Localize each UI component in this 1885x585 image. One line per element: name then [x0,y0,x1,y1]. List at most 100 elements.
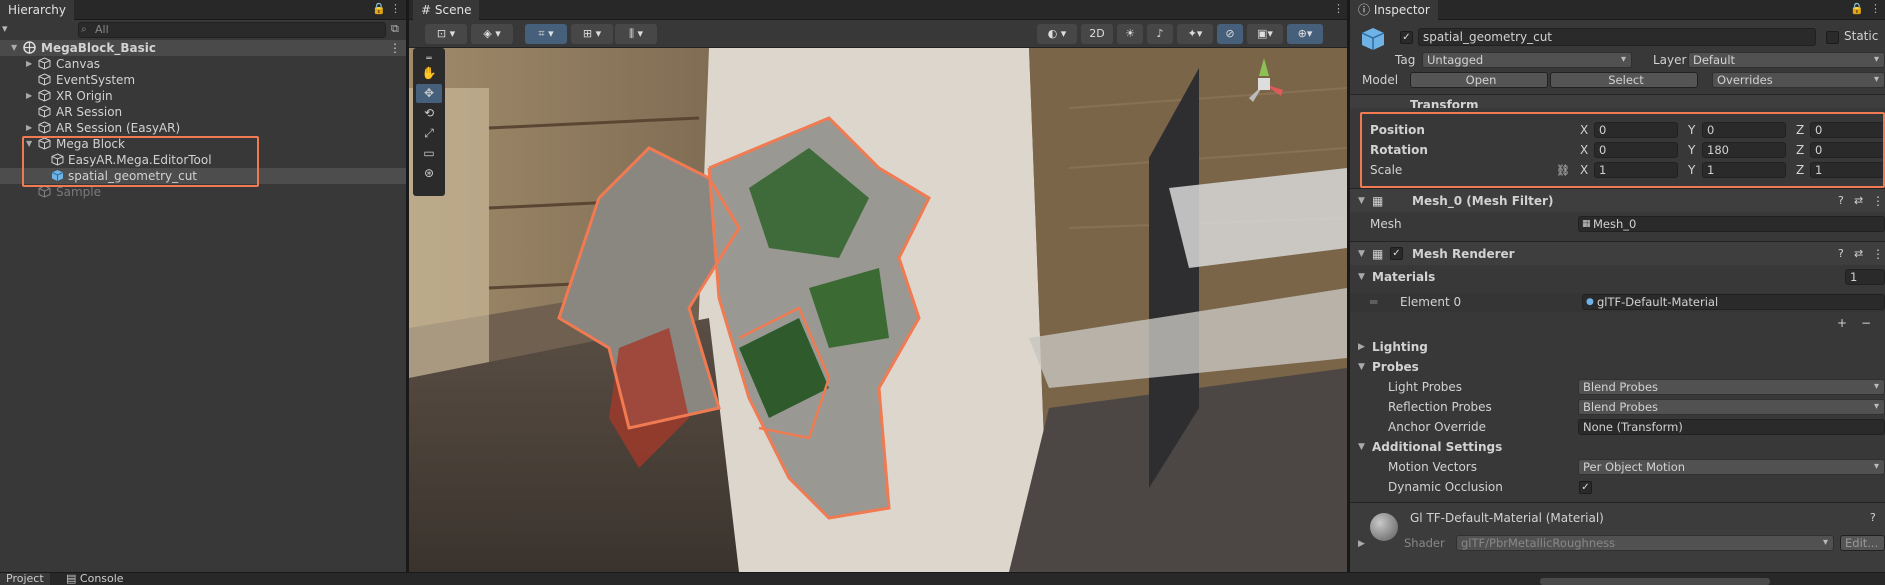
collapsed-arrow-icon[interactable]: ▶ [26,56,32,72]
materials-row[interactable]: ▼ Materials 1 [1350,268,1885,287]
orientation-gizmo[interactable] [1239,54,1289,114]
anchor-override-field[interactable]: None (Transform) [1578,419,1885,435]
hierarchy-item-eventsystem[interactable]: EventSystem [0,72,406,88]
hierarchy-item-canvas[interactable]: ▶ Canvas [0,56,406,72]
collapse-arrow-icon[interactable]: ▼ [1358,189,1365,213]
preset-icon[interactable]: ⇄ [1854,189,1863,213]
active-checkbox[interactable]: ✓ [1400,31,1413,44]
hierarchy-item-sample[interactable]: Sample [0,184,406,200]
tag-dropdown[interactable]: Untagged [1422,52,1632,68]
light-toggle-icon[interactable]: ☀ [1117,24,1143,44]
position-y-field[interactable]: 0 [1702,122,1786,138]
static-checkbox[interactable] [1826,31,1839,44]
select-button[interactable]: Select [1550,72,1698,88]
element0-material-field[interactable]: ● glTF-Default-Material [1582,294,1885,310]
search-filter-icon[interactable]: ⧉ [391,22,399,36]
ruler-button[interactable]: ⫼ ▾ [615,24,657,44]
mode-2d-button[interactable]: 2D [1081,24,1113,44]
transform-header[interactable]: Transform [1350,94,1885,108]
tab-inspector[interactable]: ⓘ Inspector [1350,0,1438,20]
collapsed-arrow-icon[interactable]: ▶ [1358,338,1365,357]
collapse-arrow-icon[interactable]: ▼ [1358,242,1365,266]
help-icon[interactable]: ? [1838,242,1844,266]
snap-increment-button[interactable]: ⊞ ▾ [571,24,613,44]
mesh-renderer-enabled-checkbox[interactable]: ✓ [1390,247,1403,260]
hand-tool-icon[interactable]: ✋ [416,64,442,83]
draw-mode-button[interactable]: ⊡ ▾ [425,24,467,44]
more-menu-icon[interactable]: ⋮ [390,2,401,15]
expand-arrow-icon[interactable]: ▼ [26,136,32,152]
collapsed-arrow-icon[interactable]: ▶ [26,88,32,104]
remove-element-button[interactable]: − [1861,314,1871,333]
edit-shader-button[interactable]: Edit... [1840,535,1885,551]
lighting-row[interactable]: ▶ Lighting [1350,338,1885,357]
more-menu-icon[interactable]: ⋮ [1333,2,1344,15]
gizmos-button[interactable]: ⊕▾ [1287,24,1323,44]
help-icon[interactable]: ? [1870,511,1876,524]
hidden-toggle-icon[interactable]: ⊘ [1217,24,1243,44]
link-icon[interactable]: ⛓ [1556,161,1570,180]
reorder-handle-icon[interactable]: ═ [1370,293,1377,312]
collapse-arrow-icon[interactable]: ▼ [1358,438,1365,457]
dynamic-occlusion-checkbox[interactable]: ✓ [1579,481,1592,494]
hierarchy-item-ar-session-easyar[interactable]: ▶ AR Session (EasyAR) [0,120,406,136]
add-element-button[interactable]: + [1837,314,1847,333]
rotate-tool-icon[interactable]: ⟲ [416,104,442,123]
collapse-arrow-icon[interactable]: ▼ [1358,268,1365,287]
tab-scene[interactable]: # Scene [413,0,480,20]
rotation-y-field[interactable]: 180 [1702,142,1786,158]
position-x-field[interactable]: 0 [1594,122,1678,138]
reflection-probes-dropdown[interactable]: Blend Probes [1578,399,1885,415]
expand-arrow-icon[interactable]: ▼ [11,40,17,56]
hierarchy-search-input[interactable]: ⌕ All [78,22,386,38]
component-menu-icon[interactable]: ⋮ [1872,189,1884,213]
horizontal-scrollbar[interactable] [1540,578,1770,585]
layer-dropdown[interactable]: Default [1688,52,1885,68]
scale-tool-icon[interactable]: ⤢ [416,124,442,143]
hierarchy-item-ar-session[interactable]: AR Session [0,104,406,120]
hierarchy-item-editortool[interactable]: EasyAR.Mega.EditorTool [0,152,406,168]
tab-console[interactable]: ▤ Console [60,573,130,585]
position-z-field[interactable]: 0 [1810,122,1885,138]
scene-viewport[interactable]: AR ═ ✋ ✥ ⟲ ⤢ ▭ ⊛ [409,48,1347,572]
scale-z-field[interactable]: 1 [1810,162,1885,178]
hierarchy-item-xr-origin[interactable]: ▶ XR Origin [0,88,406,104]
lock-icon[interactable]: 🔒 [1850,2,1864,15]
audio-toggle-icon[interactable]: ♪ [1147,24,1173,44]
shading-button[interactable]: ◈ ▾ [471,24,513,44]
component-menu-icon[interactable]: ⋮ [1872,242,1884,266]
mesh-filter-header[interactable]: ▼ ▦ Mesh_0 (Mesh Filter) ? ⇄ ⋮ [1350,188,1885,212]
scene-menu-icon[interactable]: ⋮ [389,40,401,56]
preset-icon[interactable]: ⇄ [1854,242,1863,266]
light-probes-dropdown[interactable]: Blend Probes [1578,379,1885,395]
collapsed-arrow-icon[interactable]: ▶ [26,120,32,136]
collapse-arrow-icon[interactable]: ▼ [1358,358,1365,377]
collapsed-arrow-icon[interactable]: ▶ [1358,539,1365,549]
scale-x-field[interactable]: 1 [1594,162,1678,178]
materials-count-field[interactable]: 1 [1845,269,1885,285]
grid-snap-button[interactable]: ⌗ ▾ [525,24,567,44]
lighting-button[interactable]: ◐ ▾ [1037,24,1077,44]
create-dropdown-icon[interactable]: ▾ [2,22,8,35]
help-icon[interactable]: ? [1838,189,1844,213]
hierarchy-item-mega-block[interactable]: ▼ Mega Block [0,136,406,152]
rotation-z-field[interactable]: 0 [1810,142,1885,158]
tab-hierarchy[interactable]: Hierarchy [0,0,75,20]
additional-settings-row[interactable]: ▼ Additional Settings [1350,438,1885,457]
object-name-field[interactable]: spatial_geometry_cut [1418,28,1816,46]
transform-tool-icon[interactable]: ⊛ [416,164,442,183]
hierarchy-scene-root[interactable]: ▼ MegaBlock_Basic ⋮ [0,40,406,56]
lock-icon[interactable]: 🔒 [372,2,386,15]
mesh-renderer-header[interactable]: ▼ ▦ ✓ Mesh Renderer ? ⇄ ⋮ [1350,241,1885,265]
scale-y-field[interactable]: 1 [1702,162,1786,178]
more-menu-icon[interactable]: ⋮ [1870,2,1881,15]
rotation-x-field[interactable]: 0 [1594,142,1678,158]
rect-tool-icon[interactable]: ▭ [416,144,442,163]
overrides-dropdown[interactable]: Overrides [1712,72,1885,88]
motion-vectors-dropdown[interactable]: Per Object Motion [1578,459,1885,475]
camera-button[interactable]: ▣▾ [1247,24,1283,44]
tab-project[interactable]: Project [0,573,50,585]
hierarchy-item-spatial-geometry-cut[interactable]: spatial_geometry_cut [0,168,406,184]
move-tool-icon[interactable]: ✥ [416,84,442,103]
mesh-object-field[interactable]: ▦ Mesh_0 [1578,216,1885,232]
